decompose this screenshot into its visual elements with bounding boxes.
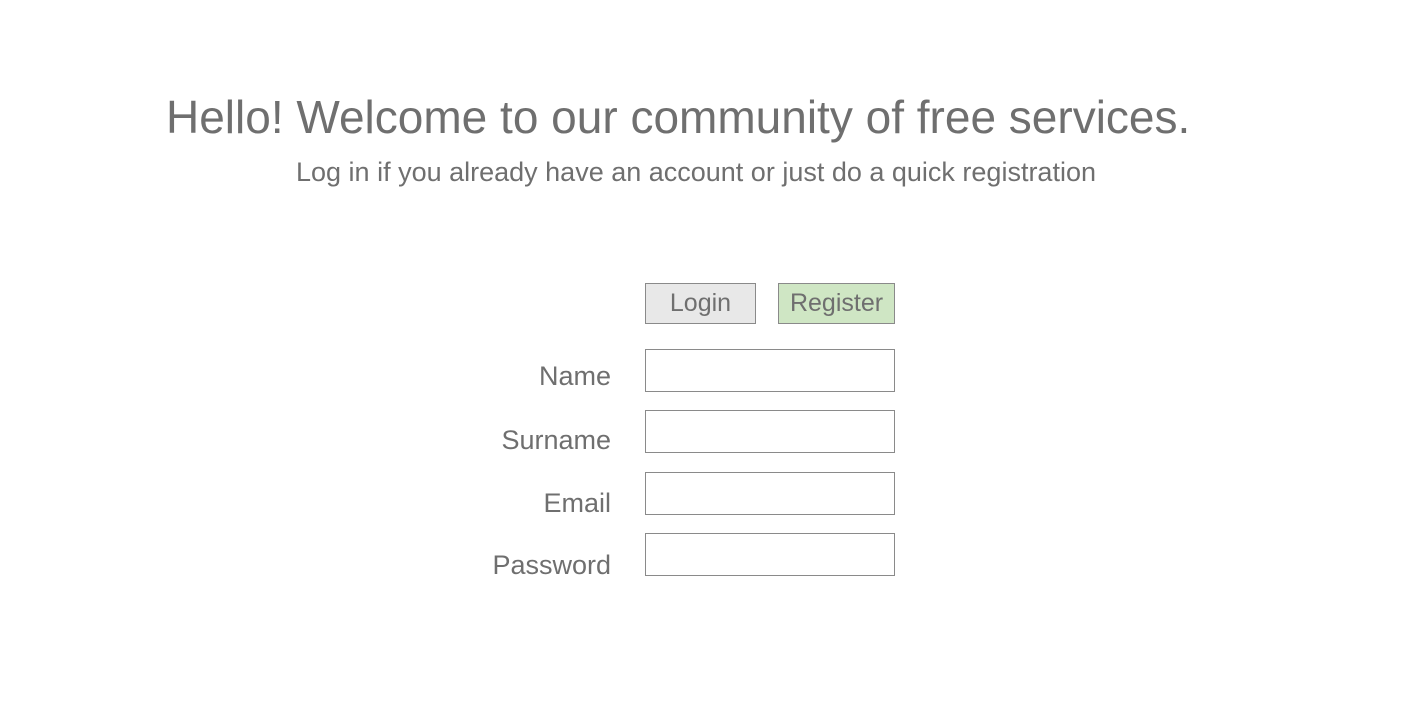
page-title: Hello! Welcome to our community of free … <box>166 91 1191 143</box>
surname-field[interactable] <box>645 410 895 453</box>
page-subtitle: Log in if you already have an account or… <box>296 157 1096 187</box>
name-field[interactable] <box>645 349 895 392</box>
login-tab-button[interactable]: Login <box>645 283 756 324</box>
password-field[interactable] <box>645 533 895 576</box>
name-label: Name <box>538 361 611 391</box>
register-tab-button[interactable]: Register <box>778 283 895 324</box>
password-label: Password <box>492 550 611 580</box>
email-label: Email <box>543 488 611 518</box>
email-field[interactable] <box>645 472 895 515</box>
surname-label: Surname <box>501 425 611 455</box>
